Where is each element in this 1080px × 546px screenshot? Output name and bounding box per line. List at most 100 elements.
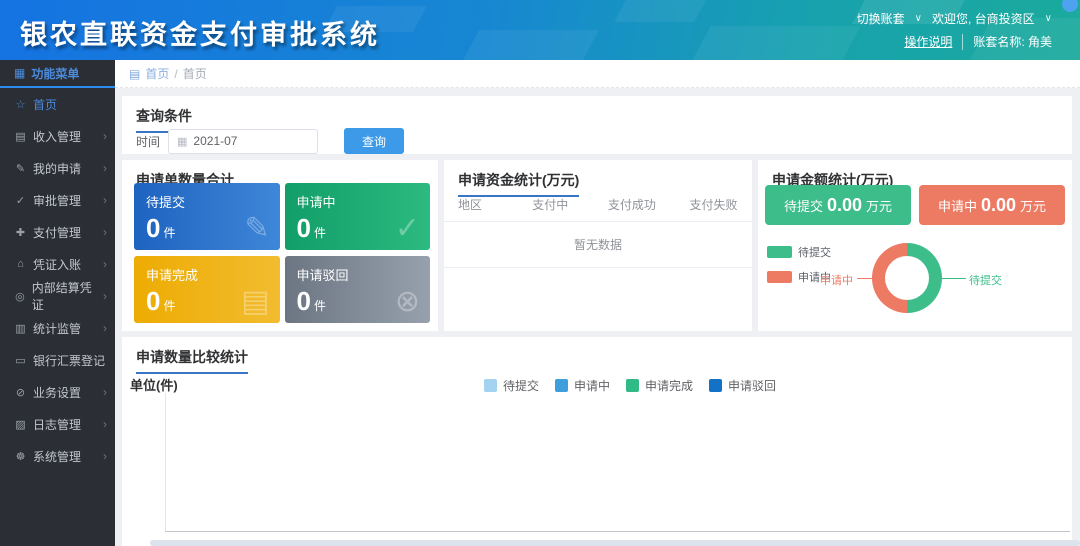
breadcrumb-home-link[interactable]: 首页 <box>145 65 169 82</box>
document-icon: ▤ <box>241 284 269 319</box>
breadcrumb: ▤ 首页 / 首页 <box>115 60 1080 88</box>
sidebar-item-system-mgmt[interactable]: ☸ 系统管理 › <box>0 440 115 472</box>
amount-card-in-application: 申请中 0.00 万元 <box>919 185 1065 225</box>
chevron-right-icon: › <box>103 385 107 399</box>
legend-item-pending-submit[interactable]: 待提交 <box>484 377 539 394</box>
donut-callout-line <box>942 278 966 279</box>
legend-item-completed[interactable]: 申请完成 <box>626 377 693 394</box>
donut-label-in-application: 申请中 <box>820 272 853 288</box>
account-name-label: 账套名称: 角美 <box>973 33 1052 50</box>
chevron-right-icon: › <box>103 129 107 143</box>
sidebar-item-income-mgmt[interactable]: ▤ 收入管理 › <box>0 120 115 152</box>
comparison-chart-title: 申请数量比较统计 <box>136 347 248 374</box>
legend-item-pending-submit[interactable]: 待提交 <box>767 244 831 260</box>
edit-note-icon: ▨ <box>14 418 27 431</box>
sidebar-item-payment-mgmt[interactable]: ✚ 支付管理 › <box>0 216 115 248</box>
link-icon: ⊘ <box>14 386 27 399</box>
column-region: 地区 <box>444 196 512 213</box>
header-decoration <box>614 0 706 22</box>
operation-guide-link[interactable]: 操作说明 <box>904 33 952 50</box>
header-decoration <box>461 30 599 60</box>
month-picker-input[interactable] <box>193 134 293 148</box>
application-count-panel: 申请单数量合计 待提交 0件 ✎ 申请中 0件 ✓ 申请完成 0件 ▤ <box>122 160 438 331</box>
briefcase-icon: ⌂ <box>14 258 27 270</box>
chevron-right-icon: › <box>103 193 107 207</box>
donut-label-pending-submit: 待提交 <box>969 272 1002 288</box>
document-icon: ▤ <box>14 130 27 143</box>
y-axis-line <box>165 393 166 532</box>
sidebar-item-my-applications[interactable]: ✎ 我的申请 › <box>0 152 115 184</box>
y-axis-unit-label: 单位(件) <box>130 375 178 394</box>
legend-item-in-application[interactable]: 申请中 <box>555 377 610 394</box>
pen-icon: ✎ <box>14 162 27 175</box>
cross-move-icon: ✚ <box>14 226 27 239</box>
sidebar-item-approval-mgmt[interactable]: ✓ 审批管理 › <box>0 184 115 216</box>
sidebar: ▦ 功能菜单 ☆ 首页 ▤ 收入管理 › ✎ 我的申请 › ✓ 审批管理 › ✚… <box>0 60 115 546</box>
legend-swatch <box>767 246 792 258</box>
chevron-right-icon: › <box>103 321 107 335</box>
legend-swatch <box>484 379 497 392</box>
welcome-user-dropdown[interactable]: 欢迎您, 台商投资区 <box>932 10 1035 27</box>
chevron-right-icon: › <box>103 449 107 463</box>
card-in-application: 申请中 0件 ✓ <box>285 183 431 250</box>
divider <box>962 34 963 50</box>
column-pay-failed: 支付失败 <box>675 196 752 213</box>
app-window: 银农直联资金支付审批系统 切换账套 ∨ 欢迎您, 台商投资区 ∨ 操作说明 账套… <box>0 0 1080 546</box>
document-reject-icon: ⊗ <box>395 284 420 319</box>
sidebar-item-log-mgmt[interactable]: ▨ 日志管理 › <box>0 408 115 440</box>
amount-statistics-panel: 申请金额统计(万元) 待提交 0.00 万元 申请中 0.00 万元 待提交 <box>758 160 1072 331</box>
legend-swatch <box>709 379 722 392</box>
chevron-right-icon: › <box>103 161 107 175</box>
fund-statistics-panel: 申请资金统计(万元) 地区 支付中 支付成功 支付失败 暂无数据 <box>444 160 752 331</box>
bar-chart-icon: ▥ <box>14 322 27 335</box>
legend-swatch <box>767 271 792 283</box>
column-pay-success: 支付成功 <box>589 196 675 213</box>
empty-data-text: 暂无数据 <box>444 222 752 268</box>
card-icon: ▭ <box>14 354 27 367</box>
legend-swatch <box>626 379 639 392</box>
table-header-row: 地区 支付中 支付成功 支付失败 <box>444 188 752 222</box>
sidebar-menu-header: ▦ 功能菜单 <box>0 60 115 88</box>
sidebar-item-voucher-entry[interactable]: ⌂ 凭证入账 › <box>0 248 115 280</box>
x-axis-line <box>165 531 1070 532</box>
list-check-icon: ✓ <box>395 211 420 246</box>
header-decoration <box>689 26 860 60</box>
card-completed: 申请完成 0件 ▤ <box>134 256 280 323</box>
donut-chart <box>872 243 942 313</box>
search-button[interactable]: 查询 <box>344 128 404 154</box>
chevron-down-icon[interactable]: ∨ <box>1045 13 1052 24</box>
sidebar-item-bank-draft-register[interactable]: ▭ 银行汇票登记 <box>0 344 115 376</box>
amount-card-pending-submit: 待提交 0.00 万元 <box>765 185 911 225</box>
chevron-right-icon: › <box>103 225 107 239</box>
query-conditions-panel: 查询条件 时间 ▦ 查询 <box>122 96 1072 154</box>
comparison-chart-panel: 申请数量比较统计 单位(件) 待提交 申请中 申请完成 申请驳回 <box>122 337 1072 546</box>
notification-dot <box>1062 0 1078 12</box>
column-paying: 支付中 <box>512 196 589 213</box>
sidebar-item-home[interactable]: ☆ 首页 <box>0 88 115 120</box>
sidebar-item-business-settings[interactable]: ⊘ 业务设置 › <box>0 376 115 408</box>
edit-document-icon: ✎ <box>244 211 269 246</box>
month-picker-field[interactable]: ▦ <box>168 129 318 154</box>
check-icon: ✓ <box>14 194 27 207</box>
app-title: 银农直联资金支付审批系统 <box>20 13 380 52</box>
target-icon: ◎ <box>14 290 26 303</box>
breadcrumb-separator: / <box>174 67 177 81</box>
gear-icon: ☸ <box>14 450 27 463</box>
main-content: 查询条件 时间 ▦ 查询 申请单数量合计 待提交 0件 ✎ 申请中 <box>115 88 1080 546</box>
horizontal-scrollbar[interactable] <box>150 540 1080 546</box>
legend-item-rejected[interactable]: 申请驳回 <box>709 377 776 394</box>
card-rejected: 申请驳回 0件 ⊗ <box>285 256 431 323</box>
card-pending-submit: 待提交 0件 ✎ <box>134 183 280 250</box>
breadcrumb-current: 首页 <box>183 65 207 82</box>
chevron-down-icon[interactable]: ∨ <box>915 13 922 24</box>
chevron-right-icon: › <box>103 417 107 431</box>
chevron-right-icon: › <box>103 257 107 271</box>
sidebar-item-internal-settlement[interactable]: ◎ 内部结算凭证 › <box>0 280 115 312</box>
switch-account-dropdown[interactable]: 切换账套 <box>857 10 905 27</box>
chevron-right-icon: › <box>103 289 107 303</box>
time-label: 时间 <box>136 133 160 150</box>
bar-chart-legend: 待提交 申请中 申请完成 申请驳回 <box>484 377 776 394</box>
sidebar-item-statistics-supervision[interactable]: ▥ 统计监管 › <box>0 312 115 344</box>
star-icon: ☆ <box>14 98 27 111</box>
legend-swatch <box>555 379 568 392</box>
